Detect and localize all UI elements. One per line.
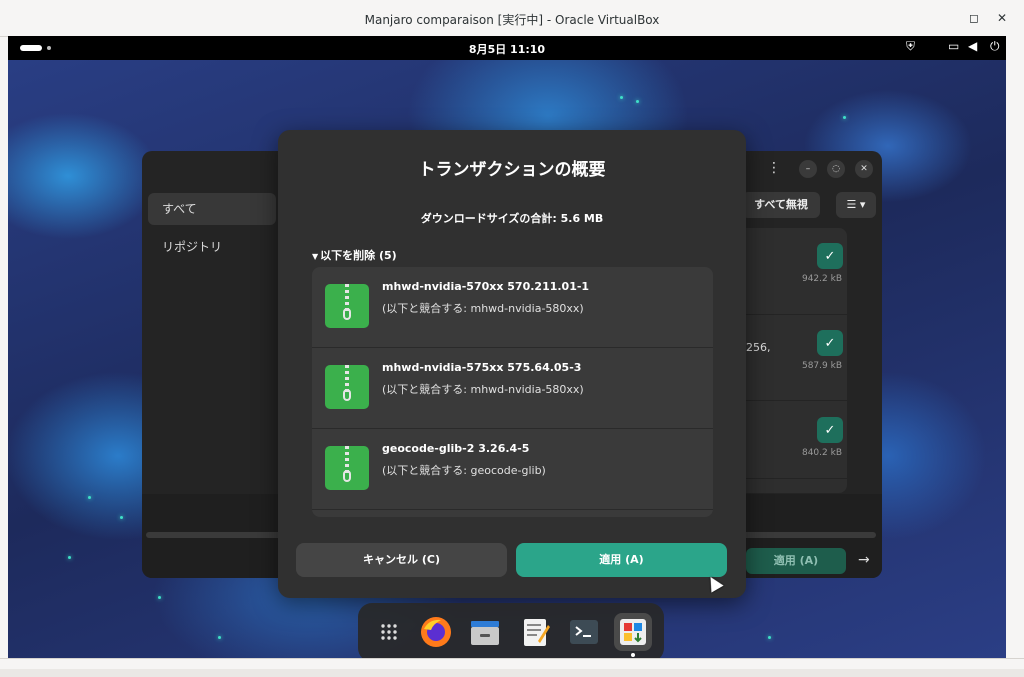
package-name: geocode-glib-2 3.26.4-5 xyxy=(382,442,530,455)
sidebar: すべて リポジトリ xyxy=(142,187,282,507)
close-button[interactable]: ✕ xyxy=(992,8,1012,28)
list-item: geocode-glib-2 3.26.4-5 (以下と競合する: geocod… xyxy=(312,429,713,510)
sidebar-item-all[interactable]: すべて xyxy=(148,193,276,225)
restore-button[interactable]: ◻ xyxy=(964,8,984,28)
host-status-bar xyxy=(0,669,1024,677)
shield-icon[interactable]: ⛨ xyxy=(906,39,915,54)
view-options-button[interactable]: ☰ ▾ xyxy=(836,192,876,218)
software-icon[interactable] xyxy=(614,613,652,657)
package-conflict: (以下と競合する: mhwd-nvidia-580xx) xyxy=(382,302,584,315)
text-editor-icon[interactable] xyxy=(516,613,554,651)
package-conflict: (以下と競合する: mhwd-nvidia-580xx) xyxy=(382,383,584,396)
host-window-title: Manjaro comparaison [実行中] - Oracle Virtu… xyxy=(364,13,660,27)
power-icon[interactable]: ⏻ xyxy=(990,39,1000,54)
package-archive-icon xyxy=(325,284,369,328)
checkbox-checked[interactable]: ✓ xyxy=(817,243,843,269)
close-icon[interactable]: ✕ xyxy=(855,160,873,178)
terminal-icon[interactable] xyxy=(565,613,603,651)
volume-icon[interactable]: ◀ xyxy=(968,39,977,53)
clock[interactable]: 8月5日 11:10 xyxy=(8,41,1006,57)
vm-display[interactable]: 8月5日 11:10 ⛨ ▭ ◀ ⏻ ⋮ – ◌ ✕ すべて リポジトリ すべて… xyxy=(8,36,1006,658)
sidebar-item-repositories[interactable]: リポジトリ xyxy=(148,231,276,263)
package-archive-icon xyxy=(325,446,369,490)
firefox-icon[interactable] xyxy=(417,613,455,651)
cancel-button[interactable]: キャンセル (C) xyxy=(296,543,507,577)
list-item: mhwd-nvidia-575xx 575.64.05-3 (以下と競合する: … xyxy=(312,348,713,429)
package-name: mhwd-nvidia-575xx 575.64.05-3 xyxy=(382,361,582,374)
host-titlebar: Manjaro comparaison [実行中] - Oracle Virtu… xyxy=(0,0,1024,37)
package-size: 942.2 kB xyxy=(801,274,842,284)
dialog-title: トランザクションの概要 xyxy=(418,160,606,180)
package-desc: -256, xyxy=(742,341,771,354)
dock xyxy=(358,603,664,658)
maximize-icon[interactable]: ◌ xyxy=(827,160,845,178)
package-size: 840.2 kB xyxy=(801,448,842,458)
package-name: mhwd-nvidia-570xx 570.211.01-1 xyxy=(382,280,590,293)
apply-button[interactable]: 適用 (A) xyxy=(516,543,727,577)
files-icon[interactable] xyxy=(466,613,504,651)
transaction-summary-dialog: トランザクションの概要 ダウンロードサイズの合計: 5.6 MB ▼ 以下を削除 … xyxy=(278,130,746,598)
package-size: 587.9 kB xyxy=(801,361,842,371)
package-archive-icon xyxy=(325,365,369,409)
remove-section-header[interactable]: ▼ 以下を削除 (5) xyxy=(312,247,397,263)
menu-icon[interactable]: ⋮ xyxy=(767,160,781,176)
apply-button-background[interactable]: 適用 (A) xyxy=(746,548,846,574)
package-list[interactable]: mhwd-nvidia-570xx 570.211.01-1 (以下と競合する:… xyxy=(312,267,713,517)
list-item: mhwd-nvidia-570xx 570.211.01-1 (以下と競合する:… xyxy=(312,267,713,348)
ignore-all-button[interactable]: すべて無視 xyxy=(742,192,820,218)
gnome-top-bar: 8月5日 11:10 ⛨ ▭ ◀ ⏻ xyxy=(8,36,1006,60)
next-arrow-icon[interactable]: → xyxy=(858,552,870,568)
minimize-icon[interactable]: – xyxy=(799,160,817,178)
checkbox-checked[interactable]: ✓ xyxy=(817,417,843,443)
package-conflict: (以下と競合する: geocode-glib) xyxy=(382,464,546,477)
collapse-arrow-icon: ▼ xyxy=(312,252,319,261)
host-vertical-scrollbar[interactable] xyxy=(1006,36,1024,658)
section-label: 以下を削除 (5) xyxy=(320,249,397,262)
screen-icon[interactable]: ▭ xyxy=(948,39,959,53)
checkbox-checked[interactable]: ✓ xyxy=(817,330,843,356)
app-grid-icon[interactable] xyxy=(370,613,408,651)
download-size: ダウンロードサイズの合計: 5.6 MB xyxy=(420,212,604,225)
